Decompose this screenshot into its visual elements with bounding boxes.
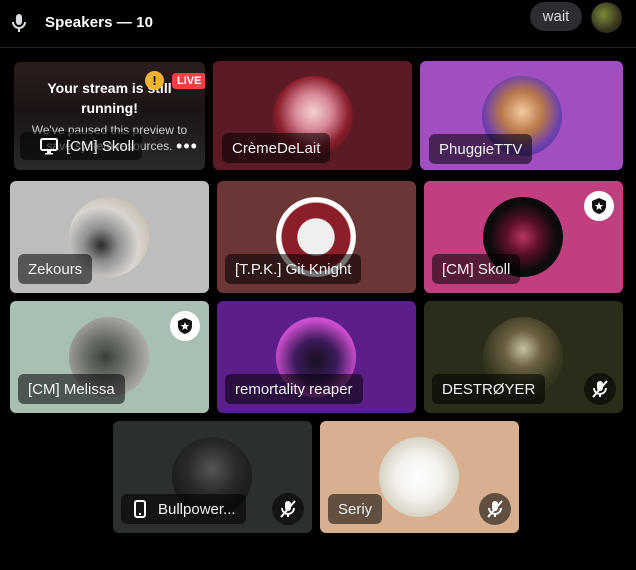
speaker-tile-destroyer[interactable]: DESTRØYER [424, 301, 623, 413]
speaker-name-pill: [CM] Melissa [18, 374, 125, 404]
speaker-tile-zekours[interactable]: Zekours [10, 181, 209, 293]
stage-header: Speakers — 10 wait [0, 0, 636, 48]
microphone-icon [12, 14, 26, 32]
stream-preview-tile[interactable]: Your stream is still running! We've paus… [14, 62, 205, 170]
speaker-name: CrèmeDeLait [232, 139, 321, 157]
speaker-tile-cm-melissa[interactable]: [CM] Melissa [10, 301, 209, 413]
muted-indicator [584, 373, 616, 405]
speaker-tile-cremedelait[interactable]: CrèmeDeLait [213, 61, 412, 170]
mic-muted-icon [487, 500, 503, 518]
speaker-name-pill: Seriy [328, 494, 383, 524]
speaker-name-pill: [CM] Skoll [432, 254, 521, 284]
speaker-name: remortality reaper [235, 380, 353, 398]
speakers-count-title: Speakers — 10 [45, 14, 154, 31]
muted-indicator [479, 493, 511, 525]
speaker-name-pill: DESTRØYER [432, 374, 546, 404]
more-options-icon[interactable]: ••• [172, 134, 202, 158]
speaker-name: DESTRØYER [442, 380, 536, 398]
user-avatar[interactable] [591, 2, 622, 33]
stream-user-name: [CM] Skoll [66, 137, 135, 155]
mobile-icon [134, 500, 146, 518]
speaker-tile-phuggiettv[interactable]: PhuggieTTV [420, 61, 623, 170]
speaker-name-pill: Zekours [18, 254, 93, 284]
speaker-tile-cm-skoll[interactable]: [CM] Skoll [424, 181, 623, 293]
speaker-name: [CM] Melissa [28, 380, 115, 398]
speaker-tile-bullpower[interactable]: Bullpower... [113, 421, 312, 533]
speaker-name: Zekours [28, 260, 83, 278]
live-badge: LIVE [172, 73, 205, 89]
voice-stage: Speakers — 10 wait Your stream is still … [0, 0, 636, 570]
speaker-name: Bullpower... [158, 500, 236, 518]
muted-indicator [272, 493, 304, 525]
stream-name-pill: [CM] Skoll [20, 132, 143, 160]
speaker-tile-seriy[interactable]: Seriy [320, 421, 519, 533]
mic-muted-icon [592, 380, 608, 398]
speaker-tile-remortality-reaper[interactable]: remortality reaper [217, 301, 416, 413]
moderator-badge [584, 191, 614, 221]
mic-muted-icon [280, 500, 296, 518]
stream-title-line2: running! [81, 100, 138, 116]
speaker-name: PhuggieTTV [439, 140, 523, 158]
speaker-name-pill: [T.P.K.] Git Knight [225, 254, 362, 284]
speaker-name-pill: Bullpower... [121, 494, 246, 524]
shield-star-icon [592, 198, 606, 214]
speaker-name: Seriy [338, 500, 373, 518]
avatar [379, 437, 459, 517]
speaker-name: [T.P.K.] Git Knight [235, 260, 352, 278]
speaker-tile-git-knight[interactable]: [T.P.K.] Git Knight [217, 181, 416, 293]
moderator-badge [170, 311, 200, 341]
speaker-name-pill: CrèmeDeLait [222, 133, 331, 163]
speaker-name-pill: PhuggieTTV [429, 134, 533, 164]
speaker-name-pill: remortality reaper [225, 374, 363, 404]
shield-star-icon [178, 318, 192, 334]
warning-icon: ! [145, 71, 164, 90]
speaker-name: [CM] Skoll [442, 260, 511, 278]
monitor-icon [40, 138, 58, 155]
wait-button[interactable]: wait [530, 2, 582, 31]
